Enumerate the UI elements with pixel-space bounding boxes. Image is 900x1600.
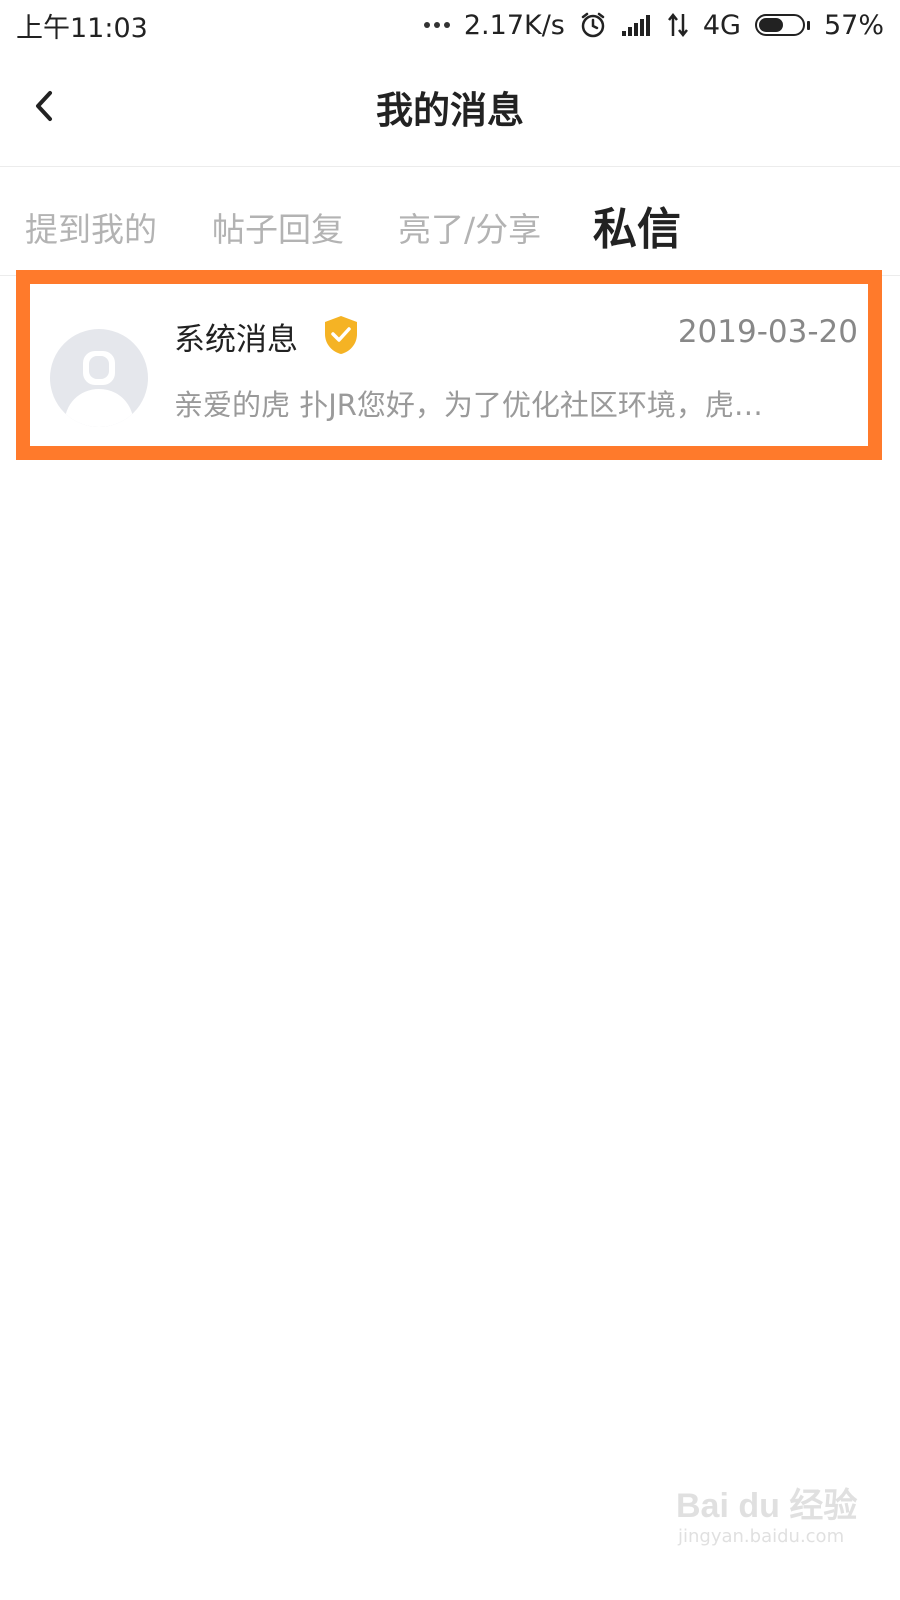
message-preview: 亲爱的虎 扑JR您好，为了优化社区环境，虎… xyxy=(174,388,763,422)
signal-icon xyxy=(621,13,653,37)
tab-mentions[interactable]: 提到我的 xyxy=(25,203,157,251)
network-type: 4G xyxy=(702,9,741,41)
avatar xyxy=(50,329,148,427)
tab-likes-shares[interactable]: 亮了/分享 xyxy=(398,203,541,251)
tab-private-messages[interactable]: 私信 xyxy=(593,193,681,257)
data-arrows-icon xyxy=(667,12,689,38)
user-placeholder-icon xyxy=(64,351,134,427)
app-header: 我的消息 xyxy=(0,50,900,167)
page-title: 我的消息 xyxy=(376,89,524,132)
more-dots-icon xyxy=(423,22,450,28)
highlight-frame: 系统消息 2019-03-20 亲爱的虎 扑JR您好，为了优化社区环境，虎… xyxy=(16,270,882,460)
tab-post-replies[interactable]: 帖子回复 xyxy=(212,203,344,251)
message-tabs: 提到我的 帖子回复 亮了/分享 私信 xyxy=(0,167,900,276)
list-item[interactable]: 系统消息 2019-03-20 亲爱的虎 扑JR您好，为了优化社区环境，虎… xyxy=(30,284,868,446)
net-speed: 2.17K/s xyxy=(463,9,565,41)
watermark-url: jingyan.baidu.com xyxy=(678,1526,845,1547)
sender-name: 系统消息 xyxy=(174,322,298,358)
watermark-logo: Bai du 经验 xyxy=(676,1487,858,1525)
message-date: 2019-03-20 xyxy=(677,314,858,350)
screen: 上午11:03 2.17K/s 4G 57% 我的消息 提到我的 帖子回复 亮了… xyxy=(0,0,900,1600)
watermark: Bai du 经验 jingyan.baidu.com xyxy=(676,1470,858,1560)
status-time: 上午11:03 xyxy=(16,12,148,44)
battery-icon xyxy=(754,14,810,36)
status-bar: 上午11:03 2.17K/s 4G 57% xyxy=(0,0,900,50)
verified-shield-icon xyxy=(322,314,360,356)
battery-percent: 57% xyxy=(823,9,884,41)
alarm-icon xyxy=(579,11,607,39)
